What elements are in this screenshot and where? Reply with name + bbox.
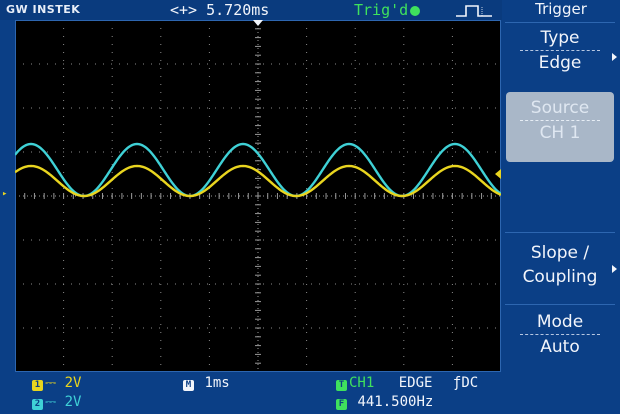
ch2-scale: 2 ⎓ 2V xyxy=(32,394,81,410)
trigger-level-marker xyxy=(495,169,501,179)
time-position: <+> 5.720ms xyxy=(170,1,269,19)
menu-title: Trigger xyxy=(535,0,587,18)
menu-button-label: Slope / xyxy=(530,243,590,263)
status-bar: GW INSTEK <+> 5.720ms Trig'd xyxy=(0,0,502,20)
menu-button-source[interactable]: Source CH 1 xyxy=(506,92,614,162)
menu-button-label: Mode xyxy=(536,312,584,332)
trigger-type: EDGE xyxy=(398,375,433,391)
ch1-scale-value: 2V xyxy=(64,375,82,391)
menu-button-value: CH 1 xyxy=(539,123,581,143)
frequency-value: 441.500Hz xyxy=(357,394,434,410)
frequency-tag: F xyxy=(336,399,347,410)
trigger-source: CH1 xyxy=(349,375,375,391)
brand-logo: GW INSTEK xyxy=(6,3,81,16)
trigger-info: T CH1 EDGE ƒDC xyxy=(336,375,478,391)
menu-button-type[interactable]: Type Edge xyxy=(505,22,617,90)
timebase-tag: M xyxy=(183,380,194,391)
trigger-position-marker xyxy=(253,20,263,26)
menu-button-label: Source xyxy=(530,98,590,118)
frequency-readout: F 441.500Hz xyxy=(336,394,433,410)
menu-button-value: Edge xyxy=(538,53,582,73)
ch2-scale-value: 2V xyxy=(64,394,82,410)
timebase-value: 1ms xyxy=(204,375,230,391)
menu-button-value: Auto xyxy=(540,337,580,357)
menu-button-value: Coupling xyxy=(522,267,598,287)
trigger-coupling: DC xyxy=(461,375,479,391)
chevron-right-icon xyxy=(612,265,617,273)
ch1-tag: 1 xyxy=(32,380,43,391)
waveform-plot xyxy=(15,20,501,372)
rising-edge-icon xyxy=(456,5,492,17)
ch2-tag: 2 xyxy=(32,399,43,410)
chevron-right-icon xyxy=(612,53,617,61)
trigger-tag: T xyxy=(336,380,347,391)
menu-button-mode[interactable]: Mode Auto xyxy=(505,304,615,372)
ch1-scale: 1 ⎓ 2V xyxy=(32,375,81,391)
timebase: M 1ms xyxy=(183,375,230,391)
menu-button-label: Type xyxy=(540,28,580,48)
dc-coupling-icon: ⎓ xyxy=(45,375,57,391)
waveform-display[interactable] xyxy=(15,20,501,372)
ch-ground-marker: ▸ xyxy=(2,189,8,199)
trigger-status-label: Trig'd xyxy=(354,1,409,19)
dc-coupling-icon: ⎓ xyxy=(45,394,57,410)
horizontal-position-arrows-icon: <+> xyxy=(170,1,198,19)
trigger-status: Trig'd xyxy=(354,1,421,19)
time-position-value: 5.720ms xyxy=(206,1,270,19)
bottom-status-bar: 1 ⎓ 2V 2 ⎓ 2V M 1ms T CH1 EDGE ƒDC F 441.50… xyxy=(0,372,620,414)
trigger-dot-icon xyxy=(410,6,421,16)
menu-button-slope-coupling[interactable]: Slope / Coupling xyxy=(505,232,617,302)
